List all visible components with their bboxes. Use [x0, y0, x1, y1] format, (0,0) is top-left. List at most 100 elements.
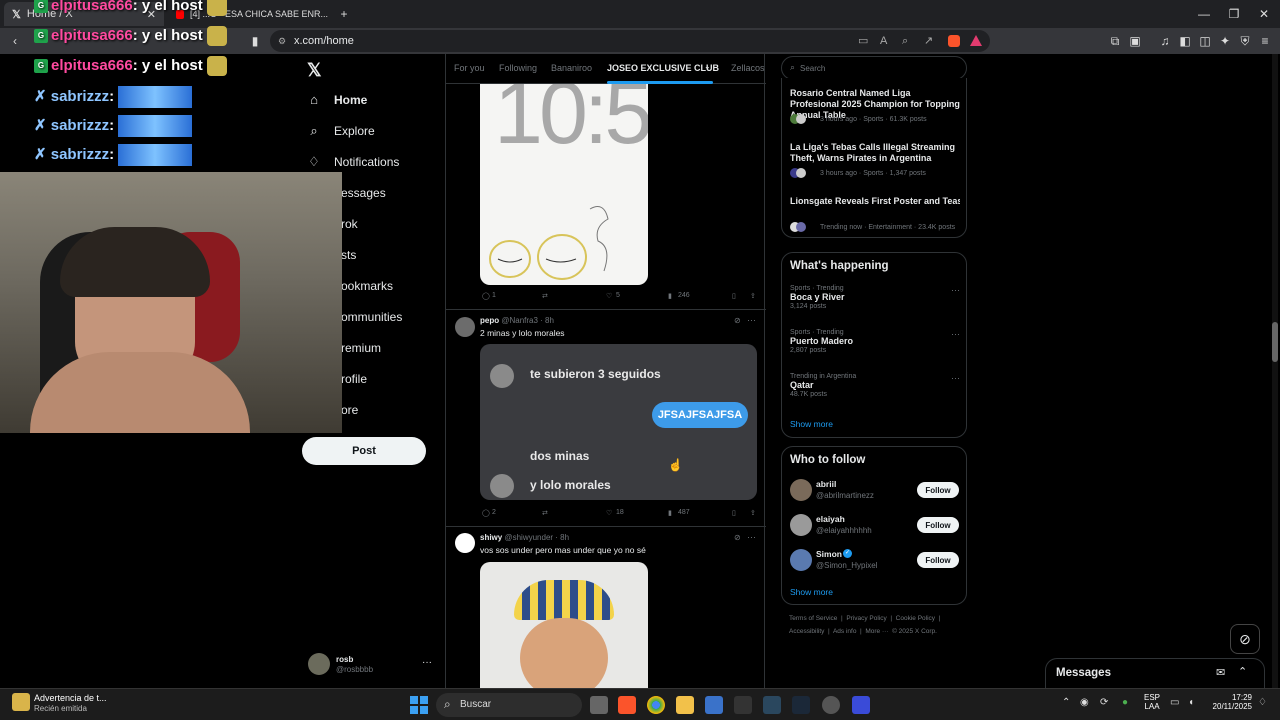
nav-profile[interactable]: rofile: [341, 366, 367, 392]
grok-icon[interactable]: ⊘: [734, 533, 741, 542]
footer-links[interactable]: Terms of Service | Privacy Policy | Cook…: [789, 615, 940, 622]
steam-icon[interactable]: [792, 696, 810, 714]
tweet-image[interactable]: te subieron 3 seguidos JFSAJFSAJFSA dos …: [480, 344, 757, 500]
clock[interactable]: 17:29 20/11/2025: [1206, 693, 1252, 711]
more-icon[interactable]: ···: [951, 329, 960, 339]
follow-button[interactable]: Follow: [917, 552, 959, 568]
grok-icon[interactable]: ⊘: [734, 316, 741, 325]
language-indicator[interactable]: ESP LAA: [1144, 693, 1160, 711]
site-settings-icon[interactable]: ⚙: [278, 30, 286, 52]
windows-start-icon[interactable]: [410, 696, 428, 714]
chevron-up-icon[interactable]: ⌃: [1062, 697, 1070, 708]
network-icon[interactable]: ▭: [1170, 697, 1179, 708]
nav-bookmarks[interactable]: ookmarks: [341, 273, 393, 299]
file-explorer-icon[interactable]: [676, 696, 694, 714]
trend-item[interactable]: Sports · Trending Puerto Madero 2,807 po…: [790, 329, 960, 369]
translate-icon[interactable]: A: [880, 30, 887, 52]
back-icon[interactable]: ‹: [6, 32, 24, 50]
nav-more[interactable]: ore: [341, 397, 358, 423]
views-icon[interactable]: ▮: [668, 292, 672, 300]
store-icon[interactable]: [705, 696, 723, 714]
menu-icon[interactable]: ≡: [1256, 32, 1274, 50]
tab-for-you[interactable]: For you: [454, 63, 485, 73]
account-switcher[interactable]: rosb @rosbbbb ···: [306, 650, 446, 680]
ai-icon[interactable]: ✦: [1216, 32, 1234, 50]
share-icon[interactable]: ⇪: [750, 509, 756, 517]
views-icon[interactable]: ▮: [668, 509, 672, 517]
tweet-image[interactable]: [480, 562, 648, 688]
show-more-link[interactable]: Show more: [790, 587, 833, 597]
media-icon[interactable]: ♫: [1156, 32, 1174, 50]
follow-suggestion[interactable]: abriil @abrilmartinezz Follow: [782, 477, 968, 505]
obs-icon[interactable]: [822, 696, 840, 714]
like-icon[interactable]: ♡: [606, 509, 612, 517]
close-window-icon[interactable]: ✕: [1254, 4, 1274, 24]
show-more-link[interactable]: Show more: [790, 419, 833, 429]
notification-bell-icon[interactable]: ♢: [1258, 697, 1267, 708]
more-icon[interactable]: ···: [951, 285, 960, 295]
maximize-icon[interactable]: ❐: [1224, 4, 1244, 24]
grok-icon[interactable]: ⊘: [1230, 624, 1260, 654]
like-icon[interactable]: ♡: [606, 292, 612, 300]
tab-following[interactable]: Following: [499, 63, 537, 73]
app-icon[interactable]: [852, 696, 870, 714]
tab-joseo-exclusive-club[interactable]: JOSEO EXCLUSIVE CLUB: [607, 63, 719, 73]
tab-bananiroo[interactable]: Bananiroo: [551, 63, 592, 73]
brave-shields-icon[interactable]: [948, 35, 960, 47]
brave-rewards-icon[interactable]: [970, 35, 982, 46]
bookmark-page-icon[interactable]: ▮: [246, 32, 264, 50]
steam-icon[interactable]: [763, 696, 781, 714]
task-view-icon[interactable]: [590, 696, 608, 714]
reply-icon[interactable]: ◯: [482, 292, 490, 300]
sidebar-icon[interactable]: ◧: [1176, 32, 1194, 50]
follow-suggestion[interactable]: Simon ✓ @Simon_Hypixel Follow: [782, 547, 968, 575]
leo-icon[interactable]: ◫: [1196, 32, 1214, 50]
share-icon[interactable]: ⇪: [750, 292, 756, 300]
minimize-icon[interactable]: —: [1194, 4, 1214, 24]
retweet-icon[interactable]: ⇄: [542, 292, 548, 300]
bookmark-icon[interactable]: ▯: [732, 509, 736, 517]
chrome-icon[interactable]: [647, 696, 665, 714]
reply-icon[interactable]: ◯: [482, 509, 490, 517]
more-icon[interactable]: ···: [747, 532, 756, 542]
follow-button[interactable]: Follow: [917, 517, 959, 533]
address-bar[interactable]: ⚙ x.com/home ▭ A ⌕ ↗: [270, 30, 990, 52]
tweet-image[interactable]: 10:53: [480, 84, 648, 285]
nav-lists[interactable]: sts: [341, 242, 356, 268]
chevron-down-icon[interactable]: ⌄: [704, 62, 711, 71]
compose-message-icon[interactable]: ✉: [1216, 666, 1225, 679]
extensions-icon[interactable]: ⧉: [1106, 32, 1124, 50]
news-item[interactable]: Rosario Central Named Liga Profesional 2…: [790, 88, 960, 124]
footer-links[interactable]: Accessibility | Ads info | More ··· © 20…: [789, 628, 937, 635]
epic-games-icon[interactable]: [734, 696, 752, 714]
post-button[interactable]: Post: [302, 437, 426, 465]
volume-icon[interactable]: ◖: [1188, 697, 1194, 708]
chevron-up-icon[interactable]: ⌃: [1238, 665, 1247, 678]
nav-home[interactable]: ⌂ Home: [306, 87, 367, 113]
nav-communities[interactable]: ommunities: [341, 304, 402, 330]
trend-item[interactable]: Trending in Argentina Qatar 48.7K posts …: [790, 373, 960, 413]
vpn-icon[interactable]: ⛨: [1236, 32, 1254, 50]
nav-premium[interactable]: remium: [341, 335, 381, 361]
trend-item[interactable]: Sports · Trending Boca y River 3,124 pos…: [790, 285, 960, 325]
news-item[interactable]: La Liga's Tebas Calls Illegal Streaming …: [790, 142, 960, 178]
news-item[interactable]: Lionsgate Reveals First Poster and Tease…: [790, 196, 960, 232]
wallet-icon[interactable]: ▣: [1126, 32, 1144, 50]
retweet-icon[interactable]: ⇄: [542, 509, 548, 517]
avatar[interactable]: [455, 317, 475, 337]
discord-icon[interactable]: ◉: [1080, 697, 1089, 708]
zoom-icon[interactable]: ⌕: [902, 30, 908, 52]
nav-messages[interactable]: essages: [341, 180, 386, 206]
microphone-icon[interactable]: ●: [1122, 697, 1128, 708]
brave-icon[interactable]: [618, 696, 636, 714]
follow-button[interactable]: Follow: [917, 482, 959, 498]
x-logo-icon[interactable]: 𝕏: [307, 60, 322, 81]
messages-drawer[interactable]: Messages ✉ ⌃: [1045, 658, 1265, 688]
follow-suggestion[interactable]: elaiyah @elaiyahhhhhh Follow: [782, 512, 968, 540]
avatar[interactable]: [455, 533, 475, 553]
cast-icon[interactable]: ▭: [858, 30, 868, 52]
more-icon[interactable]: ···: [951, 373, 960, 383]
nav-explore[interactable]: ⌕ Explore: [306, 118, 374, 144]
search-input[interactable]: ⌕ Search: [781, 56, 967, 80]
nav-grok[interactable]: rok: [341, 211, 358, 237]
